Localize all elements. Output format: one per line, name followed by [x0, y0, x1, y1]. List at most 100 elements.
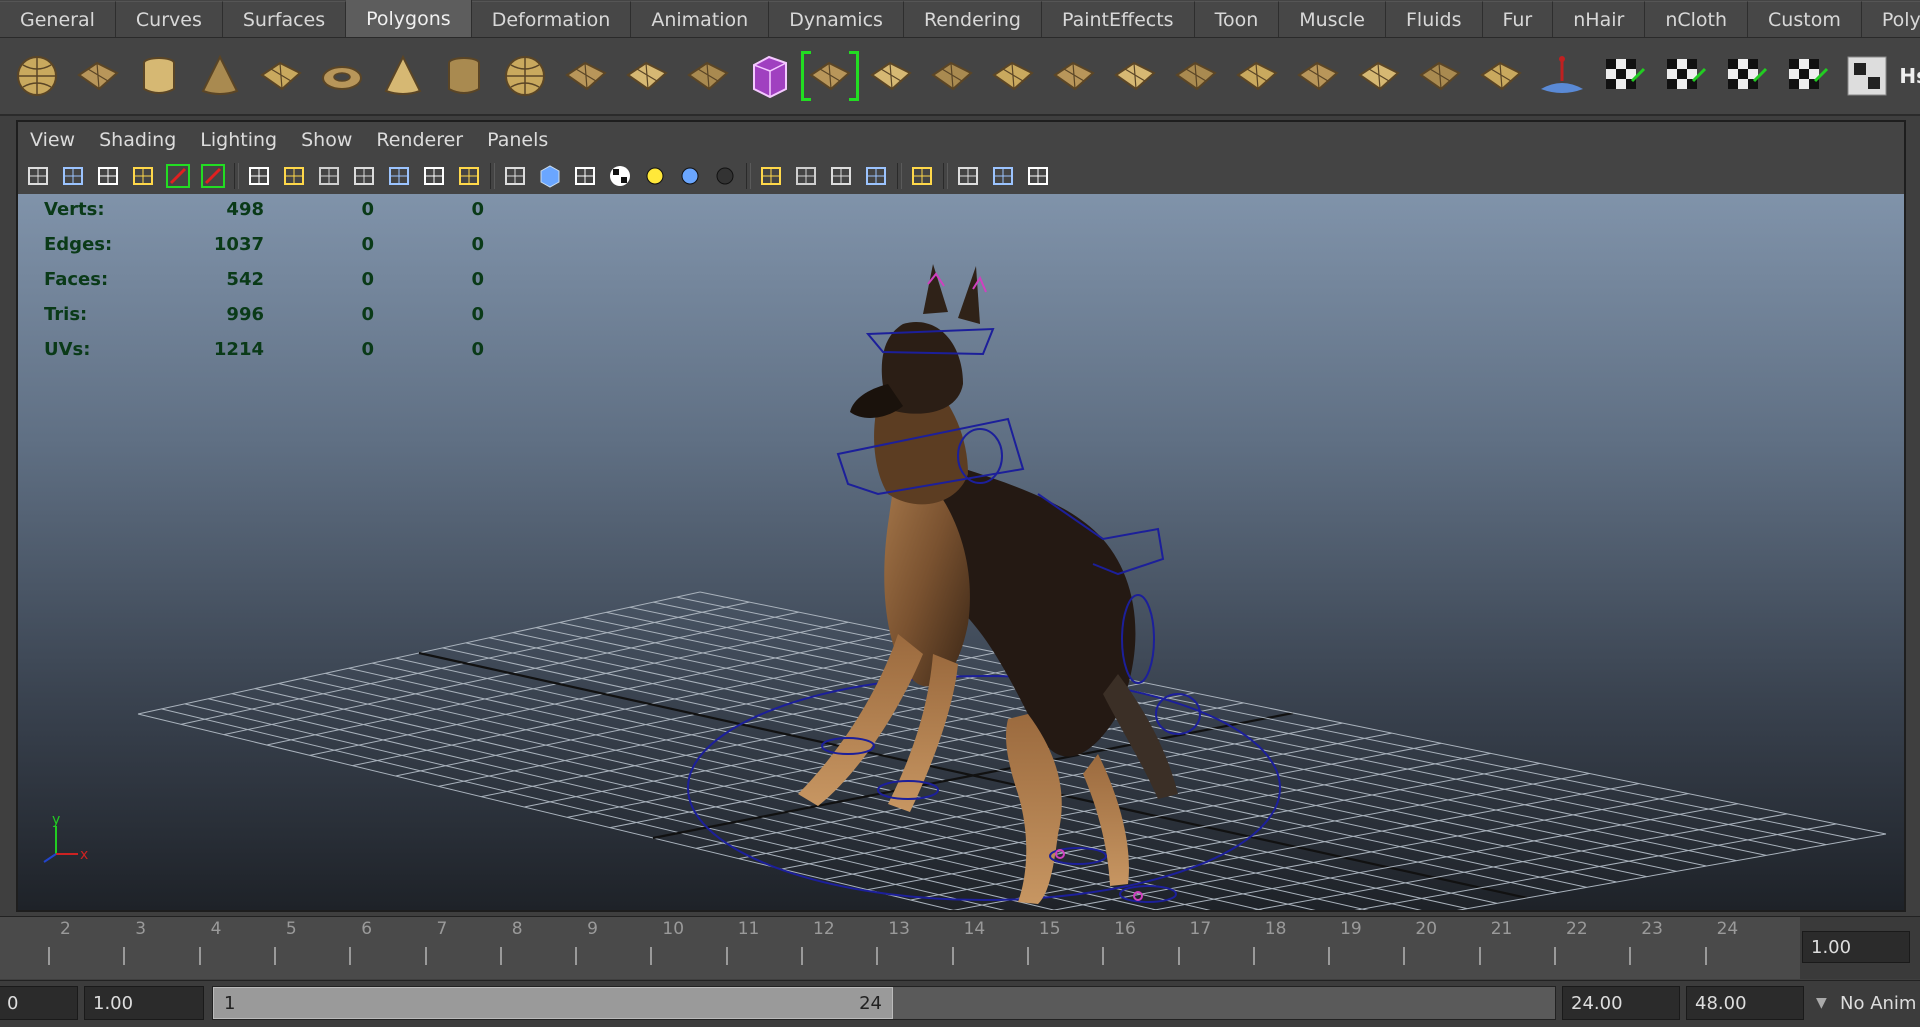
shelf-tab-nhair[interactable]: nHair — [1553, 1, 1646, 37]
shelf-tab-ncloth[interactable]: nCloth — [1645, 1, 1749, 37]
hud-label: UVs: — [44, 339, 91, 360]
hud-value-object: 498 — [226, 199, 264, 220]
poly-triangulate-icon[interactable] — [1474, 49, 1528, 103]
resolution-gate-icon[interactable] — [315, 162, 343, 190]
poly-extrude-icon[interactable] — [801, 49, 859, 103]
range-slider-track[interactable]: 1 24 — [212, 986, 1556, 1020]
camera-attributes-icon[interactable] — [24, 162, 52, 190]
poly-split-icon[interactable] — [1108, 49, 1162, 103]
shelf-tab-polygonsa08032[interactable]: Polygonsa08032 — [1861, 1, 1920, 37]
safe-title-icon[interactable] — [455, 162, 483, 190]
screen-ao-icon[interactable] — [757, 162, 785, 190]
poly-wedge-icon[interactable] — [1291, 49, 1345, 103]
panel-menu-show[interactable]: Show — [301, 129, 352, 151]
shelf-tab-curves[interactable]: Curves — [115, 1, 223, 37]
depth-of-field-icon[interactable] — [862, 162, 890, 190]
xray-joints-icon[interactable] — [1024, 162, 1052, 190]
panel-menu-shading[interactable]: Shading — [99, 129, 176, 151]
uv-checker-icon[interactable] — [1596, 49, 1650, 103]
start-time-field[interactable]: 0 — [0, 986, 78, 1020]
poly-sphere-icon[interactable] — [10, 49, 64, 103]
wire-on-shaded-icon[interactable] — [571, 162, 599, 190]
shelf-tab-fur[interactable]: Fur — [1482, 1, 1554, 37]
uv-spherical-icon[interactable] — [1779, 49, 1833, 103]
film-gate-icon[interactable] — [280, 162, 308, 190]
shelf-tab-polygons[interactable]: Polygons — [346, 0, 472, 37]
poly-insert-edge-icon[interactable] — [1169, 49, 1223, 103]
poly-pipe-icon[interactable] — [437, 49, 491, 103]
shelf-tab-surfaces[interactable]: Surfaces — [222, 1, 347, 37]
all-lights-icon[interactable] — [676, 162, 704, 190]
poly-separate-icon[interactable] — [559, 49, 613, 103]
shelf-tab-dynamics[interactable]: Dynamics — [769, 1, 904, 37]
uv-planar-icon[interactable] — [1657, 49, 1711, 103]
shelf-tab-muscle[interactable]: Muscle — [1279, 1, 1386, 37]
default-light-icon[interactable] — [641, 162, 669, 190]
poly-bevel-icon[interactable] — [1047, 49, 1101, 103]
shelf-tab-animation[interactable]: Animation — [631, 1, 770, 37]
shelf-tab-custom[interactable]: Custom — [1748, 1, 1862, 37]
poly-combine-icon[interactable] — [620, 49, 674, 103]
wireframe-icon[interactable] — [501, 162, 529, 190]
range-slider-handle[interactable]: 1 24 — [213, 987, 893, 1019]
grease-pencil-icon[interactable] — [164, 162, 192, 190]
time-slider-ticks[interactable]: 2 3 4 5 6 7 8 9 10 11 12 13 14 15 16 17 18 19 20 21 22 23 24 — [0, 917, 1800, 979]
frame-tick-mark — [951, 947, 954, 965]
current-frame-field[interactable]: 1.00 — [1802, 931, 1910, 963]
poly-cube-icon[interactable] — [71, 49, 125, 103]
time-slider[interactable]: 2 3 4 5 6 7 8 9 10 11 12 13 14 15 16 17 18 19 20 21 22 23 24 1… — [0, 916, 1920, 979]
poly-cut-faces-icon[interactable] — [1230, 49, 1284, 103]
camera-bookmarks-icon[interactable] — [59, 162, 87, 190]
shelf-tab-toon[interactable]: Toon — [1194, 1, 1280, 37]
uv-editor-icon[interactable] — [1840, 49, 1894, 103]
xray-active-icon[interactable] — [989, 162, 1017, 190]
anim-layer-dropdown[interactable]: No Anim — [1840, 986, 1920, 1020]
isolate-select-icon[interactable] — [908, 162, 936, 190]
shelf-tab-deformation[interactable]: Deformation — [471, 1, 632, 37]
textured-icon[interactable] — [606, 162, 634, 190]
poly-soccerball-icon[interactable] — [498, 49, 552, 103]
2d-pan-zoom-icon[interactable] — [129, 162, 157, 190]
poly-duplicate-face-icon[interactable] — [1413, 49, 1467, 103]
poly-smooth-icon[interactable] — [681, 49, 735, 103]
shelf-tab-general[interactable]: General — [0, 1, 116, 37]
poly-torus-icon[interactable] — [315, 49, 369, 103]
safe-action-icon[interactable] — [420, 162, 448, 190]
poly-plane-icon[interactable] — [254, 49, 308, 103]
shelf-tab-painteffects[interactable]: PaintEffects — [1041, 1, 1195, 37]
dropdown-arrow-icon[interactable]: ▼ — [1816, 995, 1827, 1011]
frame-tick-mark — [575, 947, 578, 965]
poly-cone-icon[interactable] — [193, 49, 247, 103]
multisample-aa-icon[interactable] — [827, 162, 855, 190]
playback-end-field[interactable]: 24.00 — [1562, 986, 1680, 1020]
end-time-field[interactable]: 48.00 — [1686, 986, 1804, 1020]
poly-sculpt-icon[interactable] — [1535, 49, 1589, 103]
panel-menu-view[interactable]: View — [30, 129, 75, 151]
viewport-3d[interactable]: Verts: 498 0 0 Edges: 1037 0 0 Faces: 542 0 0 Tris: 9… — [18, 194, 1904, 910]
grid-toggle-icon[interactable] — [245, 162, 273, 190]
gate-mask-icon[interactable] — [350, 162, 378, 190]
panel-menu-lighting[interactable]: Lighting — [200, 129, 277, 151]
poly-merge-icon[interactable] — [986, 49, 1040, 103]
poly-bridge-icon[interactable] — [925, 49, 979, 103]
poly-pyramid-icon[interactable] — [376, 49, 430, 103]
motion-blur-icon[interactable] — [792, 162, 820, 190]
poly-cylinder-icon[interactable] — [132, 49, 186, 103]
hshd-button[interactable]: Hshd — [1899, 49, 1920, 103]
poly-box-purple-icon[interactable] — [742, 49, 796, 103]
xray-icon[interactable] — [954, 162, 982, 190]
panel-menu-panels[interactable]: Panels — [487, 129, 548, 151]
shadows-icon[interactable] — [711, 162, 739, 190]
playback-start-field[interactable]: 1.00 — [84, 986, 204, 1020]
select-camera-icon[interactable] — [199, 162, 227, 190]
poly-fill-hole-icon[interactable] — [1352, 49, 1406, 103]
frame-tick-mark — [876, 947, 879, 965]
poly-append-icon[interactable] — [864, 49, 918, 103]
panel-menu-renderer[interactable]: Renderer — [376, 129, 463, 151]
shelf-tab-rendering[interactable]: Rendering — [903, 1, 1042, 37]
field-chart-icon[interactable] — [385, 162, 413, 190]
shelf-tab-fluids[interactable]: Fluids — [1386, 1, 1483, 37]
uv-cylindrical-icon[interactable] — [1718, 49, 1772, 103]
smooth-shade-icon[interactable] — [536, 162, 564, 190]
image-plane-icon[interactable] — [94, 162, 122, 190]
